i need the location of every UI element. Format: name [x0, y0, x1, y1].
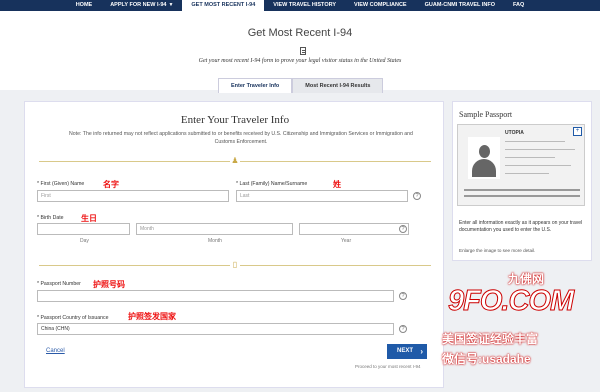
sample-passport-panel: Sample Passport + UTOPIA Enter all infor…: [452, 101, 592, 261]
watermark-slogan: 美国签证经验丰富: [442, 332, 539, 346]
passport-number-input[interactable]: [37, 290, 394, 302]
passport-country-select[interactable]: China (CHN): [37, 323, 394, 335]
help-icon[interactable]: ?: [413, 192, 421, 200]
next-label: NEXT: [397, 348, 414, 354]
watermark-logo: 9FO.COM: [447, 285, 574, 318]
passport-country-annotation: 护照签发国家: [128, 312, 176, 321]
tab-most-recent-results[interactable]: Most Recent I-94 Results: [292, 78, 384, 93]
person-head: [479, 145, 490, 158]
help-icon[interactable]: ?: [399, 292, 407, 300]
first-name-input[interactable]: First: [37, 190, 229, 202]
passport-number-label: * Passport Number: [37, 281, 81, 287]
watermark-wechat: 微信号:usadahe: [442, 352, 531, 366]
nav-travel-history[interactable]: VIEW TRAVEL HISTORY: [264, 0, 345, 11]
passport-line: [505, 165, 571, 166]
person-icon: ♟: [230, 156, 240, 166]
last-name-annotation: 姓: [333, 180, 341, 189]
passport-country-text: UTOPIA: [505, 130, 524, 136]
last-name-label: * Last (Family) Name/Surname: [236, 181, 308, 187]
nav-get-most-recent[interactable]: GET MOST RECENT I-94: [182, 0, 265, 11]
page-subtitle: Get your most recent I-94 form to prove …: [198, 58, 402, 64]
form-note: Note: The info returned may not reflect …: [69, 131, 413, 145]
passport-line: [505, 149, 575, 150]
nav-faq[interactable]: FAQ: [504, 0, 533, 11]
month-label: Month: [208, 238, 222, 244]
first-name-annotation: 名字: [103, 180, 119, 189]
chevron-down-icon: ▼: [168, 2, 174, 8]
year-label: Year: [341, 238, 352, 244]
sample-passport-instructions: Enter all information exactly as it appe…: [459, 220, 583, 233]
person-shoulders: [472, 159, 496, 177]
birth-year-input[interactable]: [299, 223, 409, 235]
passport-icon: ▯: [230, 260, 240, 270]
proceed-hint: Proceed to your most recent I-94: [355, 364, 421, 369]
page-header: Get Most Recent I-94 Get your most recen…: [0, 11, 600, 93]
traveler-info-form: Enter Your Traveler Info Note: The info …: [24, 101, 444, 388]
passport-line: [505, 157, 555, 158]
nav-compliance[interactable]: VIEW COMPLIANCE: [345, 0, 416, 11]
passport-mrz: [464, 195, 580, 197]
document-icon: [300, 47, 306, 55]
cancel-link[interactable]: Cancel: [46, 348, 65, 354]
nav-apply-label: APPLY FOR NEW I-94: [110, 2, 167, 8]
passport-number-annotation: 护照号码: [93, 280, 125, 289]
day-label: Day: [80, 238, 89, 244]
passport-mrz: [464, 189, 580, 191]
tab-bar: Enter Traveler Info Most Recent I-94 Res…: [218, 78, 384, 93]
page-title: Get Most Recent I-94: [247, 27, 353, 39]
tab-enter-traveler-info[interactable]: Enter Traveler Info: [218, 78, 293, 93]
form-title: Enter Your Traveler Info: [180, 114, 290, 126]
zoom-icon[interactable]: +: [573, 127, 582, 136]
next-button[interactable]: NEXT ›: [387, 344, 427, 359]
birth-day-input[interactable]: [37, 223, 130, 235]
nav-home[interactable]: HOME: [67, 0, 102, 11]
help-icon[interactable]: ?: [399, 325, 407, 333]
chevron-right-icon: ›: [420, 347, 423, 356]
passport-photo: [468, 137, 500, 179]
first-name-label: * First (Given) Name: [37, 181, 85, 187]
top-nav: HOME APPLY FOR NEW I-94 ▼ GET MOST RECENT…: [0, 0, 600, 11]
passport-line: [505, 141, 565, 142]
nav-apply[interactable]: APPLY FOR NEW I-94 ▼: [101, 0, 182, 11]
help-icon[interactable]: ?: [399, 225, 407, 233]
passport-line: [505, 173, 549, 174]
birth-date-label: * Birth Date: [37, 215, 64, 221]
sample-passport-title: Sample Passport: [459, 110, 513, 119]
last-name-input[interactable]: Last: [236, 190, 408, 202]
sample-passport-image[interactable]: + UTOPIA: [457, 124, 585, 206]
nav-guam[interactable]: GUAM-CNMI TRAVEL INFO: [416, 0, 504, 11]
enlarge-hint: Enlarge the image to see more detail.: [459, 248, 536, 253]
birth-month-select[interactable]: Month: [136, 223, 293, 235]
passport-country-label: * Passport Country of Issuance: [37, 315, 109, 321]
